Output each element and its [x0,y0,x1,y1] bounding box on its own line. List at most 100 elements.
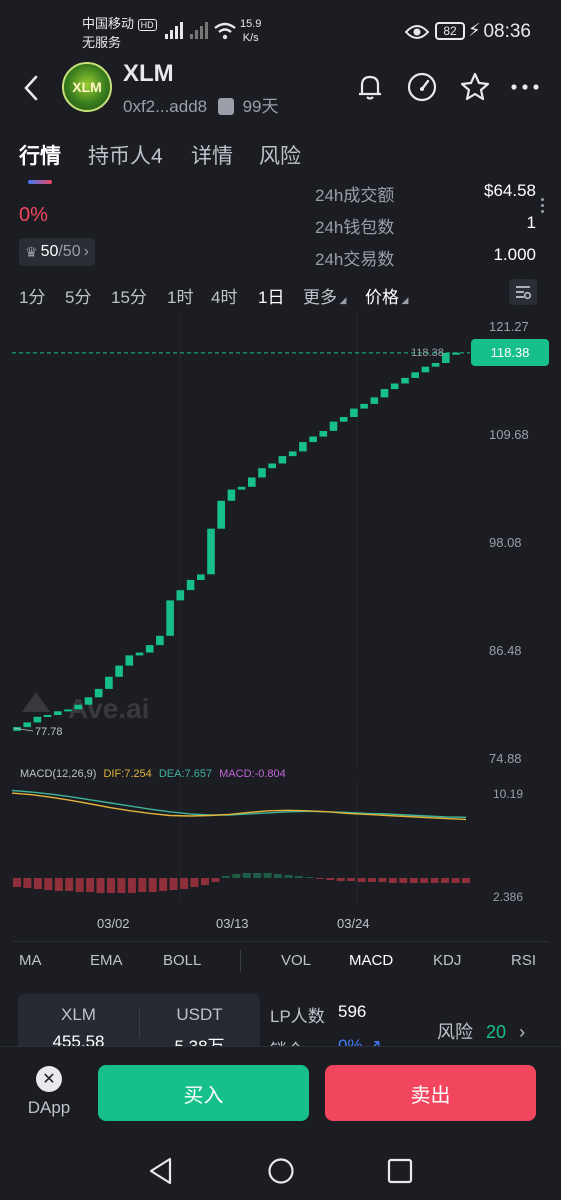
crown-icon: ♛ [25,243,38,260]
macd-bar [13,878,21,887]
star-icon[interactable] [458,70,492,104]
tab-market[interactable]: 行情 [19,140,61,170]
timeframe-15m[interactable]: 15分 [111,283,147,308]
dif-line [11,792,467,821]
nav-recents-icon[interactable] [387,1158,413,1184]
macd-chart[interactable]: 10.19 2.386 [0,780,561,905]
candle [431,363,440,367]
candle [288,451,297,457]
indicator-macd[interactable]: MACD [349,952,393,969]
candle [115,665,123,677]
candle [54,711,62,715]
candle [135,652,144,656]
timeframe-more[interactable]: 更多 ◢ [303,283,346,308]
candle [23,722,31,728]
candle [339,417,348,422]
timeframe-1h[interactable]: 1时 [167,283,193,308]
notification-bell-icon[interactable] [353,70,387,104]
price-axis-label: 121.27 [489,319,529,334]
buy-button[interactable]: 买入 [98,1065,309,1121]
tab-holders[interactable]: 持币人4 [88,140,163,170]
price-mode-toggle[interactable]: 价格 ◢ [365,283,408,308]
current-price-tag: 118.38 [471,339,549,366]
date-label-1: 03/02 [97,916,130,931]
vertical-dots-icon[interactable] [541,198,545,213]
macd-bar [201,878,209,885]
clock: 08:36 [483,21,531,42]
candle [237,486,246,490]
system-nav-bar [0,1142,561,1200]
carrier-info: 中国移动 HD 无服务 [82,15,157,51]
date-label-3: 03/24 [337,916,370,931]
candle [207,528,215,575]
candle [145,645,154,653]
macd-bar [294,876,303,878]
pair-card: XLM 455.58 USDT 5.38万 [18,994,260,1056]
nav-home-icon[interactable] [267,1157,295,1185]
timeframe-1m[interactable]: 1分 [19,283,45,308]
candle [64,709,72,712]
macd-bar [378,878,387,882]
chart-settings-icon[interactable] [509,279,537,305]
candle [33,716,42,723]
macd-bar [127,878,136,893]
token-address-row: 0xf2...add8 99天 [123,92,279,117]
macd-bar [159,878,168,891]
pair-base-symbol: XLM [61,1005,96,1024]
indicator-separator [240,950,241,972]
back-arrow-icon[interactable] [20,73,44,103]
more-menu-icon[interactable] [508,70,542,104]
network-speed: 15.9 K/s [240,18,262,44]
token-address: 0xf2...add8 [123,97,208,116]
macd-bar [420,878,429,883]
tab-indicator [28,180,52,184]
macd-bar [441,878,450,883]
indicator-rsi[interactable]: RSI [511,952,536,969]
macd-bar [263,873,272,878]
candlestick-chart[interactable]: Ave.ai 77.78 118.38 121.27109.6898.0886.… [0,312,561,772]
indicator-ma[interactable]: MA [19,952,42,969]
indicator-vol[interactable]: VOL [281,952,311,969]
candle [370,397,379,404]
indicator-ema[interactable]: EMA [90,952,123,969]
macd-bar [138,878,147,892]
macd-bar [462,878,470,883]
macd-bar [347,878,356,881]
macd-bar [451,878,460,883]
candle [105,676,113,689]
indicator-kdj[interactable]: KDJ [433,952,461,969]
tab-risk[interactable]: 风险 [259,140,301,170]
macd-bar [96,878,105,893]
candle [421,366,430,373]
service-status: 无服务 [82,35,122,50]
dapp-button[interactable]: ✕ DApp [18,1066,80,1122]
macd-bar [409,878,418,883]
macd-bar [107,878,115,893]
sell-button[interactable]: 卖出 [325,1065,536,1121]
nav-back-icon[interactable] [148,1157,174,1185]
risk-summary[interactable]: 风险 20 › [437,1018,525,1044]
macd-axis-top: 10.19 [493,787,523,801]
macd-bar [148,878,157,892]
candle [197,574,205,580]
candle [452,352,460,355]
price-axis-label: 98.08 [489,535,522,550]
timeframe-1d[interactable]: 1日 [258,283,284,308]
timeframe-5m[interactable]: 5分 [65,283,91,308]
lp-count: 596 [338,1002,367,1021]
candle [390,383,399,390]
indicator-boll[interactable]: BOLL [163,952,201,969]
risk-chevron-icon: › [519,1022,526,1042]
stat-label-trades: 24h交易数 [315,250,395,269]
gauge-icon[interactable] [405,70,439,104]
candle [227,489,236,501]
macd-bar [274,874,282,878]
timeframe-4h[interactable]: 4时 [211,283,237,308]
macd-bar [242,873,251,878]
candle [299,442,307,452]
rank-badge[interactable]: ♛ 50 /50 › [19,238,95,266]
tab-details[interactable]: 详情 [191,140,233,170]
macd-bar [23,878,32,888]
copy-icon[interactable] [217,98,234,115]
macd-legend: MACD(12,26,9) DIF:7.254 DEA:7.657 MACD:-… [20,768,286,780]
